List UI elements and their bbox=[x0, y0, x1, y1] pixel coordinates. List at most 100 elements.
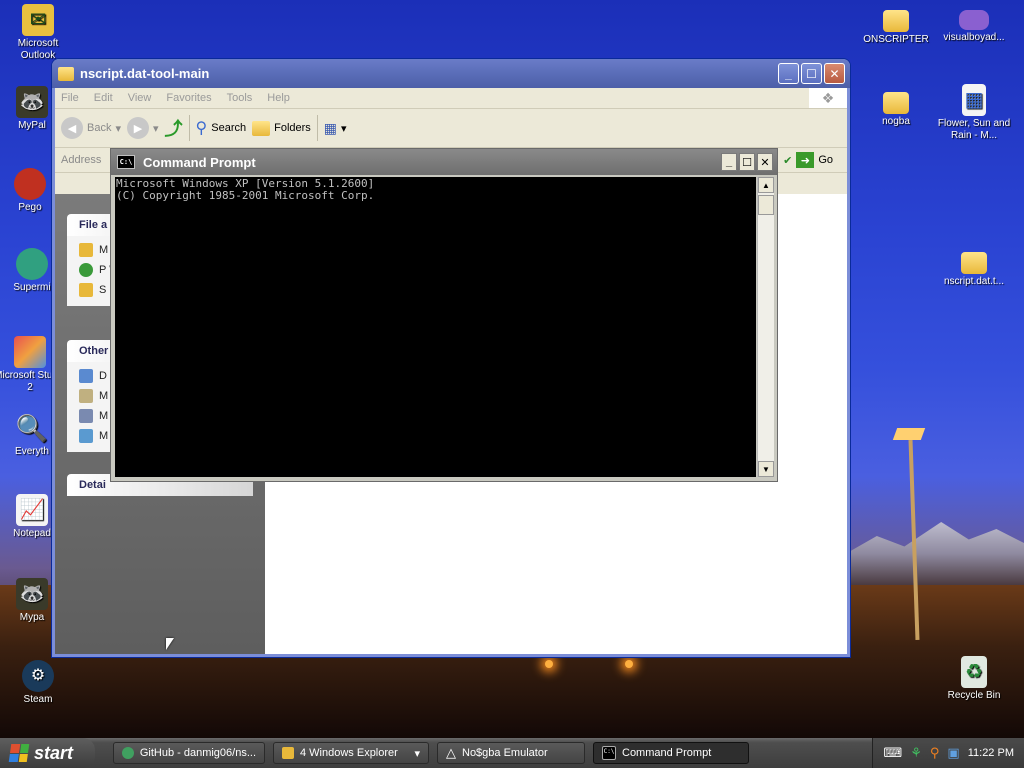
computer-icon bbox=[79, 409, 93, 423]
menu-file[interactable]: File bbox=[61, 92, 79, 104]
console-line: (C) Copyright 1985-2001 Microsoft Corp. bbox=[116, 189, 375, 202]
explorer-titlebar[interactable]: nscript.dat-tool-main _ ☐ ✕ bbox=[52, 59, 850, 88]
taskbar-item-command-prompt[interactable]: C:\ Command Prompt bbox=[593, 742, 749, 764]
desktop-icon-label: Steam bbox=[23, 694, 53, 705]
task-item-label: S bbox=[99, 284, 107, 296]
taskbar-item-label: 4 Windows Explorer bbox=[300, 747, 398, 759]
back-button[interactable]: ◀ Back ▾ bbox=[61, 117, 121, 139]
desktop-icon-label: ONSCRIPTER bbox=[863, 34, 929, 45]
mouse-cursor-icon bbox=[166, 638, 174, 650]
share-folder-icon bbox=[79, 283, 93, 297]
command-prompt-window[interactable]: C:\ Command Prompt _ ☐ ✕ Microsoft Windo… bbox=[110, 148, 778, 482]
taskbar-item-explorer-group[interactable]: 4 Windows Explorer ▾ bbox=[273, 742, 429, 764]
menu-help[interactable]: Help bbox=[267, 92, 290, 104]
console-scrollbar[interactable]: ▲ ▼ bbox=[757, 177, 774, 477]
chevron-down-icon: ▾ bbox=[414, 747, 420, 760]
menu-favorites[interactable]: Favorites bbox=[166, 92, 211, 104]
keyboard-layout-icon[interactable]: ⌨ bbox=[883, 745, 902, 761]
desktop-icon-visualboyadvance[interactable]: visualboyad... bbox=[936, 4, 1012, 44]
network-icon bbox=[79, 429, 93, 443]
monitor-icon[interactable]: ▣ bbox=[947, 745, 959, 761]
up-folder-button[interactable]: ⤴ bbox=[165, 115, 183, 141]
desktop-icon-nscript-dat[interactable]: nscript.dat.t... bbox=[936, 246, 1012, 288]
explorer-title: nscript.dat-tool-main bbox=[80, 66, 210, 81]
taskbar-item-label: No$gba Emulator bbox=[462, 747, 548, 759]
desktop-icon-nogba[interactable]: nogba bbox=[858, 86, 934, 128]
supermium-icon bbox=[16, 248, 48, 280]
windows-logo-icon: ❖ bbox=[809, 88, 847, 108]
wallpaper-light bbox=[545, 660, 553, 668]
recycle-bin-icon: ♻ bbox=[961, 656, 987, 688]
views-button[interactable]: ▦ ▾ bbox=[324, 120, 347, 137]
wallpaper-mountains bbox=[840, 522, 1024, 585]
folder-icon bbox=[883, 10, 909, 32]
clock[interactable]: 11:22 PM bbox=[968, 747, 1014, 759]
minimize-button[interactable]: _ bbox=[778, 63, 799, 84]
go-button[interactable]: ✔ ➜ Go bbox=[783, 152, 833, 168]
desktop-icon-label: nscript.dat.t... bbox=[943, 276, 1005, 287]
back-arrow-icon: ◀ bbox=[61, 117, 83, 139]
gameboy-advance-icon bbox=[959, 10, 989, 30]
mypal-icon: 🦝 bbox=[16, 578, 48, 610]
desktop-icon-flower-sun-rain[interactable]: ▦ Flower, Sun and Rain - M... bbox=[936, 84, 1012, 142]
taskbar-item-github[interactable]: GitHub - danmig06/ns... bbox=[113, 742, 265, 764]
address-label: Address bbox=[61, 154, 102, 166]
menu-bar: File Edit View Favorites Tools Help ❖ bbox=[55, 88, 847, 109]
taskbar-item-nogba[interactable]: △ No$gba Emulator bbox=[437, 742, 585, 764]
system-tray: ⌨ ⚘ ⚲ ▣ 11:22 PM bbox=[872, 738, 1024, 768]
close-button[interactable]: ✕ bbox=[824, 63, 845, 84]
forward-arrow-icon: ▶ bbox=[127, 117, 149, 139]
menu-view[interactable]: View bbox=[128, 92, 152, 104]
up-arrow-icon: ⤴ bbox=[164, 119, 183, 139]
taskbar: start GitHub - danmig06/ns... 4 Windows … bbox=[0, 738, 1024, 768]
search-button[interactable]: ⚲ Search bbox=[196, 118, 247, 138]
chevron-down-icon: ▾ bbox=[115, 122, 121, 135]
desktop-icon-label: nogba bbox=[882, 116, 910, 127]
visual-studio-icon bbox=[14, 336, 46, 368]
desktop-icon-onscripter[interactable]: ONSCRIPTER bbox=[858, 4, 934, 46]
folder-icon bbox=[58, 66, 74, 81]
pego-icon bbox=[14, 168, 46, 200]
checkmark-icon: ✔ bbox=[783, 154, 793, 167]
cmd-title: Command Prompt bbox=[143, 154, 256, 170]
documents-icon bbox=[79, 389, 93, 403]
desktop-icon-label: visualboyad... bbox=[943, 32, 1005, 43]
search-label: Search bbox=[211, 122, 247, 134]
place-item-label: M bbox=[99, 430, 109, 442]
place-item-label: D bbox=[99, 370, 107, 382]
everything-tray-icon[interactable]: ⚲ bbox=[930, 745, 940, 761]
desktop-icon-recycle-bin[interactable]: ♻ Recycle Bin bbox=[936, 656, 1012, 702]
menu-tools[interactable]: Tools bbox=[227, 92, 253, 104]
views-grid-icon: ▦ bbox=[323, 119, 338, 136]
windows-flag-icon bbox=[8, 744, 30, 762]
place-item-label: M bbox=[99, 410, 109, 422]
emulator-icon: △ bbox=[446, 745, 456, 760]
network-icon[interactable]: ⚘ bbox=[910, 745, 922, 761]
desktop-icon-outlook[interactable]: ✉ Microsoft Outlook bbox=[0, 4, 76, 62]
cmd-icon: C:\ bbox=[117, 155, 135, 169]
folders-label: Folders bbox=[274, 122, 311, 134]
chrome-icon bbox=[122, 747, 134, 759]
scroll-down-icon[interactable]: ▼ bbox=[758, 461, 774, 477]
forward-button[interactable]: ▶ ▾ bbox=[127, 117, 159, 139]
scroll-up-icon[interactable]: ▲ bbox=[758, 177, 774, 193]
maximize-button[interactable]: ☐ bbox=[801, 63, 822, 84]
folder-icon bbox=[883, 92, 909, 114]
scroll-thumb[interactable] bbox=[758, 195, 774, 215]
start-button[interactable]: start bbox=[0, 738, 95, 768]
taskbar-item-label: GitHub - danmig06/ns... bbox=[139, 747, 256, 759]
desktop-icon-steam[interactable]: ⚙ Steam bbox=[0, 660, 76, 706]
document-icon: ▦ bbox=[962, 84, 986, 116]
folders-button[interactable]: Folders bbox=[252, 120, 311, 136]
menu-edit[interactable]: Edit bbox=[94, 92, 113, 104]
wallpaper-light bbox=[625, 660, 633, 668]
cmd-close-button[interactable]: ✕ bbox=[757, 153, 773, 171]
cmd-minimize-button[interactable]: _ bbox=[721, 153, 737, 171]
back-label: Back bbox=[87, 122, 112, 134]
desktop-icon-label: Recycle Bin bbox=[947, 690, 1001, 701]
console-output[interactable]: Microsoft Windows XP [Version 5.1.2600](… bbox=[115, 177, 756, 477]
cmd-icon: C:\ bbox=[602, 746, 616, 760]
place-item-label: M bbox=[99, 390, 109, 402]
cmd-maximize-button[interactable]: ☐ bbox=[739, 153, 755, 171]
cmd-titlebar[interactable]: C:\ Command Prompt _ ☐ ✕ bbox=[111, 149, 777, 175]
